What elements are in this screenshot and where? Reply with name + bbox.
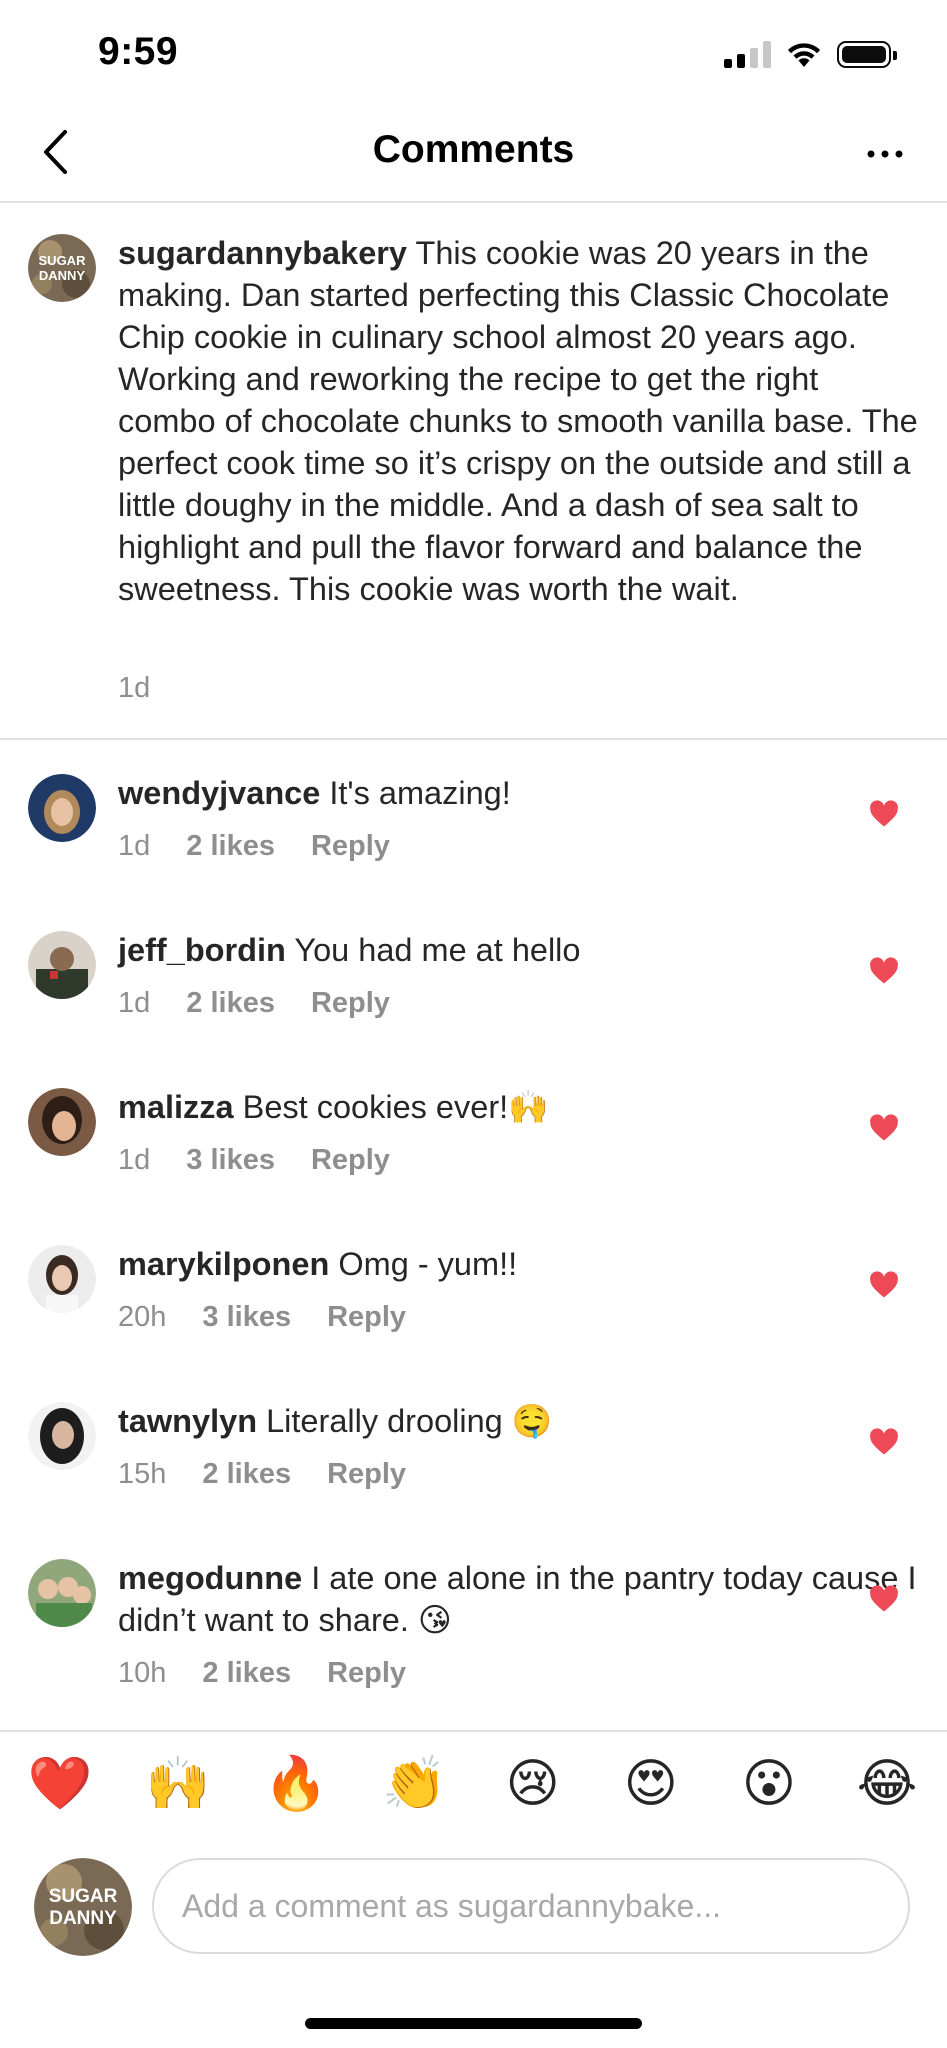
comment-time: 1d	[118, 672, 151, 704]
avatar: SUGAR DANNY	[34, 1858, 132, 1956]
reply-button[interactable]: Reply	[311, 830, 390, 863]
reply-button[interactable]: Reply	[311, 987, 390, 1020]
avatar[interactable]	[28, 1402, 96, 1470]
more-horizontal-icon	[867, 150, 903, 158]
comment-text: You had me at hello	[294, 932, 581, 968]
comment-text: Literally drooling 🤤	[266, 1403, 553, 1439]
comment-input[interactable]	[152, 1858, 910, 1954]
avatar[interactable]	[28, 931, 96, 999]
svg-text:DANNY: DANNY	[39, 268, 86, 283]
likes-count[interactable]: 2 likes	[186, 830, 275, 863]
reply-button[interactable]: Reply	[327, 1657, 406, 1690]
status-bar: 9:59	[0, 0, 947, 100]
fire-emoji-button[interactable]: 🔥	[264, 1752, 329, 1816]
comment-username[interactable]: marykilponen	[118, 1246, 329, 1282]
heart-icon[interactable]	[869, 1428, 899, 1456]
reply-button[interactable]: Reply	[327, 1458, 406, 1491]
avatar[interactable]	[28, 1088, 96, 1156]
likes-count[interactable]: 3 likes	[202, 1301, 291, 1334]
wifi-icon	[788, 43, 820, 67]
likes-count[interactable]: 2 likes	[202, 1458, 291, 1491]
comment-text: Omg - yum!!	[338, 1246, 518, 1282]
comment-text: This cookie was 20 years in the making. …	[118, 235, 918, 607]
comment-time: 1d	[118, 830, 151, 862]
more-options-button[interactable]	[855, 134, 915, 174]
svg-text:DANNY: DANNY	[49, 1908, 117, 1929]
comment-text: Best cookies ever!🙌	[242, 1089, 549, 1125]
battery-icon	[837, 40, 897, 68]
comment-time: 1d	[118, 987, 151, 1019]
comment-username[interactable]: sugardannybakery	[118, 235, 407, 271]
heart-emoji-button[interactable]: ❤️	[28, 1752, 93, 1816]
comment-text: It's amazing!	[329, 775, 511, 811]
heart-icon[interactable]	[869, 957, 899, 985]
likes-count[interactable]: 2 likes	[186, 987, 275, 1020]
page-title: Comments	[372, 128, 575, 171]
comment-time: 20h	[118, 1301, 167, 1333]
comment-username[interactable]: jeff_bordin	[118, 932, 286, 968]
comment-time: 15h	[118, 1458, 167, 1490]
avatar[interactable]: SUGAR DANNY	[28, 234, 96, 302]
header-divider	[0, 201, 947, 203]
home-indicator	[305, 2018, 642, 2029]
heart-icon[interactable]	[869, 1114, 899, 1142]
raising-hands-emoji-button[interactable]: 🙌	[146, 1752, 211, 1816]
cellular-signal-icon	[724, 40, 771, 68]
laughing-emoji-button[interactable]: 😂	[855, 1752, 919, 1816]
comment-username[interactable]: tawnylyn	[118, 1403, 257, 1439]
comment-time: 10h	[118, 1657, 167, 1689]
emoji-quick-bar: ❤️ 🙌 🔥 👏 😢 😍 😮 😂	[0, 1752, 947, 1824]
likes-count[interactable]: 3 likes	[186, 1144, 275, 1177]
heart-icon[interactable]	[869, 1271, 899, 1299]
status-time: 9:59	[98, 30, 179, 73]
crying-emoji-button[interactable]: 😢	[501, 1752, 565, 1816]
heart-eyes-emoji-button[interactable]: 😍	[619, 1752, 683, 1816]
reply-button[interactable]: Reply	[311, 1144, 390, 1177]
svg-text:SUGAR: SUGAR	[39, 253, 87, 268]
avatar[interactable]	[28, 1559, 96, 1627]
svg-text:SUGAR: SUGAR	[49, 1886, 118, 1907]
comment-username[interactable]: wendyjvance	[118, 775, 320, 811]
comment-username[interactable]: malizza	[118, 1089, 234, 1125]
likes-count[interactable]: 2 likes	[202, 1657, 291, 1690]
avatar[interactable]	[28, 1245, 96, 1313]
avatar[interactable]	[28, 774, 96, 842]
comment-time: 1d	[118, 1144, 151, 1176]
heart-icon[interactable]	[869, 1585, 899, 1613]
comment-username[interactable]: megodunne	[118, 1560, 302, 1596]
surprised-emoji-button[interactable]: 😮	[737, 1752, 801, 1816]
emoji-bar-divider	[0, 1730, 947, 1732]
reply-button[interactable]: Reply	[327, 1301, 406, 1334]
clapping-emoji-button[interactable]: 👏	[382, 1752, 447, 1816]
heart-icon[interactable]	[869, 800, 899, 828]
header: Comments	[0, 112, 947, 202]
caption-divider	[0, 738, 947, 740]
status-icons	[724, 38, 897, 70]
